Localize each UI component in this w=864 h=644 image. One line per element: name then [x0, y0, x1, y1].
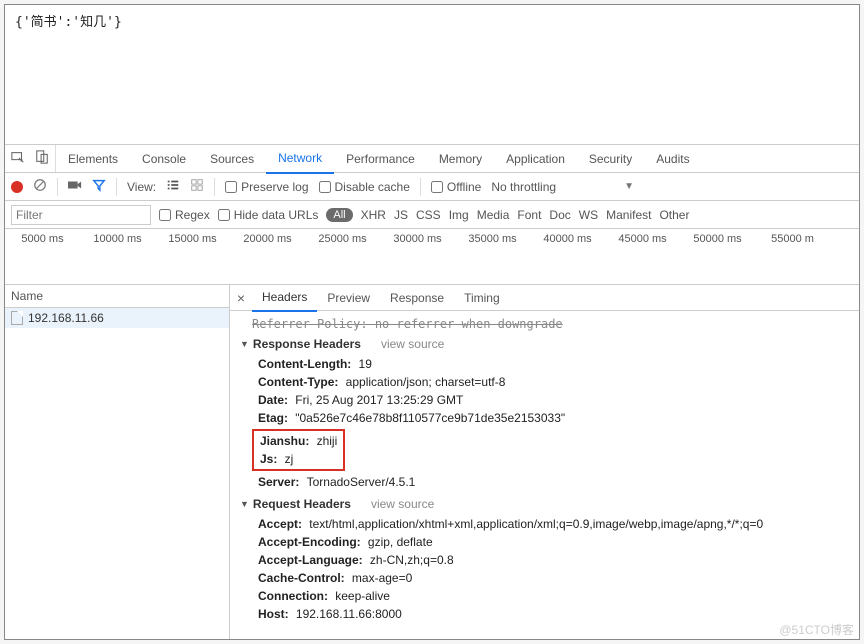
tab-security[interactable]: Security — [577, 145, 644, 173]
view-source-link[interactable]: view source — [371, 497, 434, 511]
resp-hdr: Content-Type: application/json; charset=… — [258, 373, 849, 391]
inspect-icons — [5, 145, 56, 172]
dtab-preview[interactable]: Preview — [317, 285, 380, 311]
detail-tab-bar: × Headers Preview Response Timing — [230, 285, 859, 311]
page-content: {'简书':'知几'} — [5, 5, 859, 145]
request-detail: × Headers Preview Response Timing Referr… — [230, 285, 859, 639]
view-label: View: — [127, 180, 156, 194]
resp-hdr: Date: Fri, 25 Aug 2017 13:25:29 GMT — [258, 391, 849, 409]
filter-doc[interactable]: Doc — [549, 208, 570, 222]
tab-memory[interactable]: Memory — [427, 145, 494, 173]
tab-application[interactable]: Application — [494, 145, 577, 173]
app-window: {'简书':'知几'} Elements Console Sources Net… — [4, 4, 860, 640]
dtab-response[interactable]: Response — [380, 285, 454, 311]
tab-elements[interactable]: Elements — [56, 145, 130, 173]
filter-media[interactable]: Media — [477, 208, 510, 222]
file-icon — [11, 311, 23, 325]
throttle-select[interactable]: No throttling▼ — [491, 180, 634, 194]
offline-check[interactable]: Offline — [431, 180, 481, 194]
tab-network[interactable]: Network — [266, 144, 334, 174]
filter-css[interactable]: CSS — [416, 208, 441, 222]
filter-xhr[interactable]: XHR — [361, 208, 386, 222]
name-header: Name — [5, 285, 229, 308]
view-source-link[interactable]: view source — [381, 337, 444, 351]
close-detail-button[interactable]: × — [230, 290, 252, 306]
tab-console[interactable]: Console — [130, 145, 198, 173]
inspect-icon[interactable] — [11, 150, 25, 167]
disable-cache-check[interactable]: Disable cache — [319, 180, 410, 194]
filter-input[interactable] — [11, 205, 151, 225]
tab-list: Elements Console Sources Network Perform… — [56, 145, 702, 172]
preserve-log-check[interactable]: Preserve log — [225, 180, 308, 194]
filter-all[interactable]: All — [326, 208, 352, 222]
watermark: @51CTO博客 — [779, 621, 854, 638]
req-hdr: Accept-Encoding: gzip, deflate — [258, 533, 849, 551]
clear-button[interactable] — [33, 178, 47, 195]
view-list-icon[interactable] — [166, 178, 180, 195]
filter-img[interactable]: Img — [449, 208, 469, 222]
request-list: Name 192.168.11.66 — [5, 285, 230, 639]
view-grid-icon[interactable] — [190, 178, 204, 195]
req-hdr: Accept-Language: zh-CN,zh;q=0.8 — [258, 551, 849, 569]
network-toolbar: View: Preserve log Disable cache Offline… — [5, 173, 859, 201]
request-row[interactable]: 192.168.11.66 — [5, 308, 229, 328]
req-hdr: Accept: text/html,application/xhtml+xml,… — [258, 515, 849, 533]
tab-sources[interactable]: Sources — [198, 145, 266, 173]
filter-ws[interactable]: WS — [579, 208, 598, 222]
network-grid: Name 192.168.11.66 × Headers Preview Res… — [5, 285, 859, 639]
resp-hdr: Server: TornadoServer/4.5.1 — [258, 473, 849, 491]
tab-audits[interactable]: Audits — [644, 145, 701, 173]
filter-manifest[interactable]: Manifest — [606, 208, 651, 222]
req-hdr: Host: 192.168.11.66:8000 — [258, 605, 849, 623]
record-button[interactable] — [11, 181, 23, 193]
camera-icon[interactable] — [68, 179, 82, 194]
dtab-timing[interactable]: Timing — [454, 285, 510, 311]
filter-js[interactable]: JS — [394, 208, 408, 222]
highlight-box: Jianshu: zhiji Js: zj — [252, 429, 345, 471]
req-hdr: Connection: keep-alive — [258, 587, 849, 605]
req-hdr: Cache-Control: max-age=0 — [258, 569, 849, 587]
response-headers-section[interactable]: Response Headers view source — [240, 337, 849, 351]
headers-body: Referrer Policy: no-referrer-when-downgr… — [230, 311, 859, 639]
devtools-tab-bar: Elements Console Sources Network Perform… — [5, 145, 859, 173]
regex-check[interactable]: Regex — [159, 208, 210, 222]
filter-other[interactable]: Other — [659, 208, 689, 222]
dtab-headers[interactable]: Headers — [252, 284, 317, 312]
filter-bar: Regex Hide data URLs All XHR JS CSS Img … — [5, 201, 859, 229]
hide-data-urls-check[interactable]: Hide data URLs — [218, 208, 319, 222]
filter-icon[interactable] — [92, 178, 106, 195]
truncated-line: Referrer Policy: no-referrer-when-downgr… — [252, 317, 849, 331]
resp-hdr: Content-Length: 19 — [258, 355, 849, 373]
request-headers-section[interactable]: Request Headers view source — [240, 497, 849, 511]
resp-hdr-hi: Js: zj — [260, 450, 337, 468]
filter-font[interactable]: Font — [517, 208, 541, 222]
tab-performance[interactable]: Performance — [334, 145, 427, 173]
resp-hdr: Etag: "0a526e7c46e78b8f110577ce9b71de35e… — [258, 409, 849, 427]
resp-hdr-hi: Jianshu: zhiji — [260, 432, 337, 450]
request-name: 192.168.11.66 — [28, 311, 104, 325]
device-icon[interactable] — [35, 150, 49, 167]
devtools-panel: Elements Console Sources Network Perform… — [5, 145, 859, 639]
timeline-ruler[interactable]: 5000 ms 10000 ms 15000 ms 20000 ms 25000… — [5, 229, 859, 285]
